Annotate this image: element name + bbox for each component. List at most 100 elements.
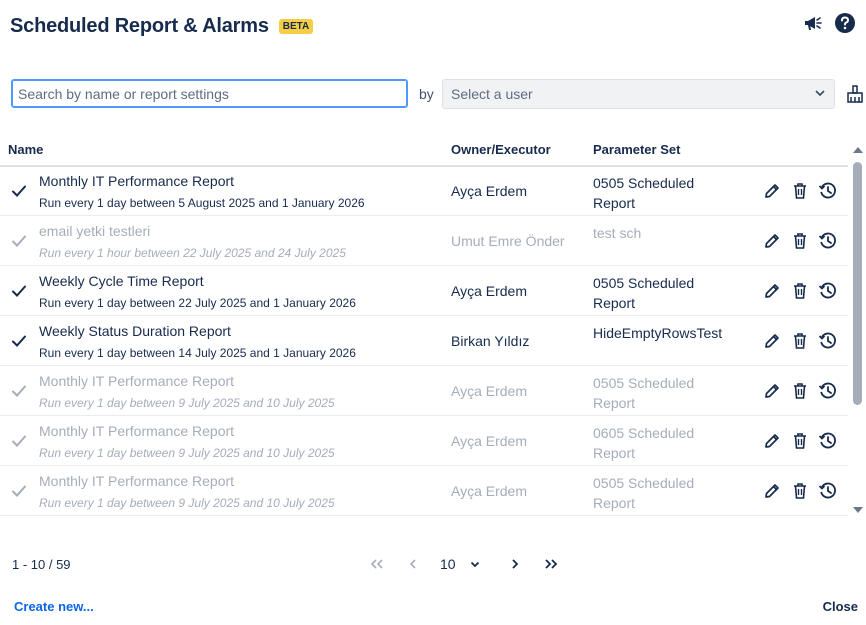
by-label: by xyxy=(419,86,434,102)
param-line-1: 0505 Scheduled xyxy=(593,275,695,291)
history-icon[interactable] xyxy=(818,181,838,201)
table-row[interactable]: Weekly Cycle Time Report Run every 1 day… xyxy=(0,266,848,316)
history-icon[interactable] xyxy=(818,231,838,251)
report-owner: Ayça Erdem xyxy=(451,433,527,449)
pagination: 10 xyxy=(366,552,562,576)
row-actions xyxy=(762,481,838,501)
report-schedule: Run every 1 day between 9 July 2025 and … xyxy=(39,396,335,410)
delete-icon[interactable] xyxy=(790,231,810,251)
table-row[interactable]: Monthly IT Performance Report Run every … xyxy=(0,416,848,466)
report-name[interactable]: Weekly Status Duration Report xyxy=(39,323,231,339)
report-name[interactable]: Monthly IT Performance Report xyxy=(39,173,234,189)
report-parameter-set: 0505 Scheduled Report xyxy=(593,473,733,513)
param-line-1: 0605 Scheduled xyxy=(593,425,695,441)
delete-icon[interactable] xyxy=(790,381,810,401)
table-row[interactable]: Monthly IT Performance Report Run every … xyxy=(0,466,848,516)
delete-icon[interactable] xyxy=(790,281,810,301)
edit-icon[interactable] xyxy=(762,331,782,351)
history-icon[interactable] xyxy=(818,431,838,451)
history-icon[interactable] xyxy=(818,331,838,351)
report-parameter-set: 0505 Scheduled Report xyxy=(593,373,733,413)
report-schedule: Run every 1 day between 9 July 2025 and … xyxy=(39,446,335,460)
report-owner: Ayça Erdem xyxy=(451,383,527,399)
page-title: Scheduled Report & Alarms xyxy=(10,14,269,37)
row-actions xyxy=(762,181,838,201)
column-name[interactable]: Name xyxy=(8,142,43,157)
history-icon[interactable] xyxy=(818,481,838,501)
report-name[interactable]: Weekly Cycle Time Report xyxy=(39,273,204,289)
report-owner: Birkan Yıldız xyxy=(451,333,530,349)
scroll-up-icon[interactable] xyxy=(852,142,864,160)
clear-filter-icon[interactable] xyxy=(845,84,865,104)
delete-icon[interactable] xyxy=(790,431,810,451)
report-list: Monthly IT Performance Report Run every … xyxy=(0,166,848,516)
report-name[interactable]: Monthly IT Performance Report xyxy=(39,473,234,489)
param-line-1: 0505 Scheduled xyxy=(593,375,695,391)
scrollbar[interactable] xyxy=(850,140,866,518)
report-name[interactable]: Monthly IT Performance Report xyxy=(39,373,234,389)
user-select[interactable]: Select a user xyxy=(442,79,835,109)
edit-icon[interactable] xyxy=(762,281,782,301)
param-line-1: 0505 Scheduled xyxy=(593,175,695,191)
delete-icon[interactable] xyxy=(790,481,810,501)
history-icon[interactable] xyxy=(818,381,838,401)
beta-badge: BETA xyxy=(278,18,314,34)
param-line-2: Report xyxy=(593,495,636,511)
table-header: Name Owner/Executor Parameter Set xyxy=(0,140,848,167)
header-actions xyxy=(802,12,856,34)
report-parameter-set: 0605 Scheduled Report xyxy=(593,423,733,463)
row-actions xyxy=(762,431,838,451)
report-parameter-set: test sch xyxy=(593,223,733,243)
report-schedule: Run every 1 day between 14 July 2025 and… xyxy=(39,346,356,360)
check-icon xyxy=(11,433,27,449)
param-line-1: HideEmptyRowsTest xyxy=(593,325,723,341)
check-icon xyxy=(11,233,27,249)
close-button[interactable]: Close xyxy=(823,599,858,614)
check-icon xyxy=(11,383,27,399)
row-actions xyxy=(762,231,838,251)
edit-icon[interactable] xyxy=(762,231,782,251)
previous-page-icon[interactable] xyxy=(402,553,424,575)
check-icon xyxy=(11,283,27,299)
create-new-link[interactable]: Create new... xyxy=(14,599,94,614)
report-parameter-set: 0505 Scheduled Report xyxy=(593,273,733,313)
page-size-chevron-icon[interactable] xyxy=(464,553,486,575)
param-line-1: test sch xyxy=(593,225,642,241)
report-owner: Ayça Erdem xyxy=(451,283,527,299)
history-icon[interactable] xyxy=(818,281,838,301)
edit-icon[interactable] xyxy=(762,181,782,201)
report-schedule: Run every 1 day between 22 July 2025 and… xyxy=(39,296,356,310)
search-input[interactable] xyxy=(11,79,408,108)
report-parameter-set: HideEmptyRowsTest xyxy=(593,323,733,343)
report-parameter-set: 0505 Scheduled Report xyxy=(593,173,733,213)
help-icon[interactable] xyxy=(834,12,856,34)
row-actions xyxy=(762,281,838,301)
row-actions xyxy=(762,381,838,401)
first-page-icon[interactable] xyxy=(366,553,388,575)
megaphone-icon[interactable] xyxy=(802,12,824,34)
report-owner: Ayça Erdem xyxy=(451,483,527,499)
delete-icon[interactable] xyxy=(790,331,810,351)
report-name[interactable]: email yetki testleri xyxy=(39,223,150,239)
last-page-icon[interactable] xyxy=(540,553,562,575)
chevron-down-icon xyxy=(814,86,826,102)
scroll-thumb[interactable] xyxy=(853,162,862,405)
delete-icon[interactable] xyxy=(790,181,810,201)
page-size-value[interactable]: 10 xyxy=(440,556,456,572)
column-owner[interactable]: Owner/Executor xyxy=(451,142,551,157)
check-icon xyxy=(11,333,27,349)
edit-icon[interactable] xyxy=(762,431,782,451)
table-row[interactable]: Weekly Status Duration Report Run every … xyxy=(0,316,848,366)
report-name[interactable]: Monthly IT Performance Report xyxy=(39,423,234,439)
report-owner: Umut Emre Önder xyxy=(451,233,565,249)
user-select-placeholder: Select a user xyxy=(451,86,533,102)
next-page-icon[interactable] xyxy=(504,553,526,575)
edit-icon[interactable] xyxy=(762,381,782,401)
table-row[interactable]: Monthly IT Performance Report Run every … xyxy=(0,366,848,416)
pagination-range: 1 - 10 / 59 xyxy=(12,557,71,572)
scroll-down-icon[interactable] xyxy=(852,502,864,520)
table-row[interactable]: Monthly IT Performance Report Run every … xyxy=(0,166,848,216)
table-row[interactable]: email yetki testleri Run every 1 hour be… xyxy=(0,216,848,266)
edit-icon[interactable] xyxy=(762,481,782,501)
column-parameter-set[interactable]: Parameter Set xyxy=(593,142,680,157)
